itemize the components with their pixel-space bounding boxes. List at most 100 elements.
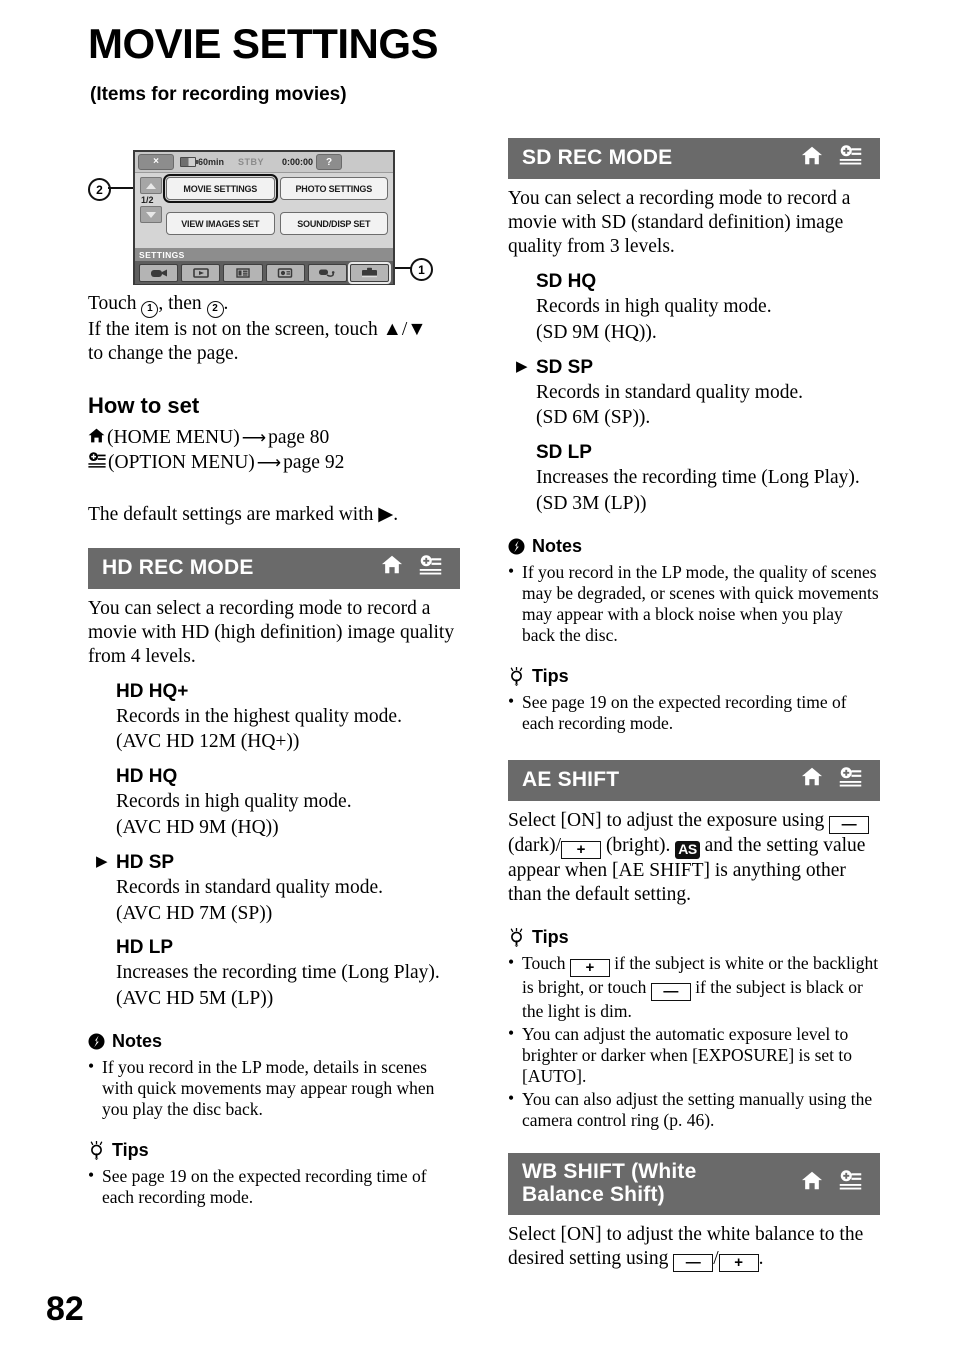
- lcd-screen: × 60min STBY 0:00:00 ? 1/2 MOVIE SETTING…: [133, 150, 395, 285]
- movie-settings-button[interactable]: MOVIE SETTINGS: [163, 174, 278, 203]
- right-column: SD REC MODE You can select a recording m…: [508, 138, 880, 1272]
- wb-shift-header: WB SHIFT (White Balance Shift): [508, 1152, 880, 1215]
- view-images-tab-icon[interactable]: [181, 263, 221, 282]
- option-bitrate: (AVC HD 7M (SP)): [116, 902, 273, 924]
- page-title: MOVIE SETTINGS: [88, 20, 439, 67]
- notes-label: Notes: [532, 535, 583, 556]
- option-description: Records in standard quality mode.: [536, 381, 803, 403]
- option-item: HD HQ Records in high quality mode. (AVC…: [88, 766, 460, 840]
- battery-icon: [180, 157, 198, 167]
- header-icons: [801, 145, 868, 171]
- notes-heading: Notes: [88, 1031, 460, 1052]
- lcd-status-bar: × 60min STBY 0:00:00 ?: [135, 152, 393, 173]
- callout-2-marker: 2: [88, 178, 111, 201]
- header-icons: [801, 1170, 868, 1196]
- help-button[interactable]: ?: [316, 154, 343, 170]
- option-name-default: SD SP: [516, 357, 880, 379]
- header-icons: [381, 554, 448, 581]
- menu-grid: MOVIE SETTINGS PHOTO SETTINGS VIEW IMAGE…: [163, 174, 388, 235]
- tips-list: See page 19 on the expected recording ti…: [508, 691, 880, 734]
- note-icon: [88, 1033, 105, 1050]
- edit-tab-icon[interactable]: [307, 263, 347, 282]
- intro-line-1-pre: Touch: [88, 293, 142, 314]
- option-name: SD LP: [536, 442, 592, 464]
- option-menu-line: (OPTION MENU) ⟶ page 92: [88, 450, 460, 475]
- option-item: SD SP Records in standard quality mode. …: [508, 357, 880, 431]
- option-description: Increases the recording time (Long Play)…: [536, 467, 860, 489]
- option-bitrate: (SD 6M (SP)).: [536, 407, 651, 429]
- option-icon: [839, 766, 862, 793]
- option-description: Records in the highest quality mode.: [116, 705, 402, 727]
- battery-indicator: 60min: [180, 157, 224, 167]
- wb-shift-body-part-2: .: [758, 1247, 764, 1269]
- ae-shift-title: AE SHIFT: [522, 767, 620, 791]
- option-icon: [839, 1170, 862, 1196]
- others-tab-icon[interactable]: [223, 263, 263, 282]
- left-column: 2 1 × 60min STBY 0:00:00 ? 1/2 MOVIE SET…: [88, 140, 460, 1210]
- sd-rec-mode-header: SD REC MODE: [508, 138, 880, 179]
- option-name: HD HQ: [116, 766, 178, 788]
- close-button[interactable]: ×: [138, 154, 174, 170]
- tips-list: See page 19 on the expected recording ti…: [88, 1165, 460, 1208]
- ae-shift-body-part-2: (dark)/: [508, 834, 562, 856]
- menu-row: MOVIE SETTINGS PHOTO SETTINGS: [163, 174, 388, 203]
- inline-callout-1: 1: [141, 300, 159, 318]
- intro-line-1-post: .: [223, 293, 229, 314]
- manage-media-tab-icon[interactable]: [265, 263, 305, 282]
- hd-rec-mode-title: HD REC MODE: [102, 555, 254, 579]
- sd-rec-mode-title: SD REC MODE: [522, 146, 673, 170]
- notes-list: If you record in the LP mode, the qualit…: [508, 561, 880, 646]
- page-subtitle: (Items for recording movies): [90, 84, 347, 105]
- notes-heading: Notes: [508, 536, 880, 557]
- option-menu-page-ref: page 92: [283, 452, 345, 474]
- wb-shift-title-line-1: WB SHIFT (White: [522, 1159, 697, 1183]
- battery-time: 60min: [198, 157, 225, 167]
- option-icon: [839, 145, 862, 171]
- option-bitrate: (AVC HD 12M (HQ+)): [116, 731, 300, 753]
- photo-settings-button[interactable]: PHOTO SETTINGS: [279, 177, 388, 200]
- minus-key-icon: —: [673, 1253, 714, 1272]
- page-number: 82: [46, 1290, 84, 1328]
- arrow-right-icon: ⟶: [241, 428, 267, 447]
- timecode-label: 0:00:00: [282, 157, 314, 167]
- option-description: Records in high quality mode.: [536, 295, 772, 317]
- sound-disp-set-button[interactable]: SOUND/DISP SET: [279, 212, 388, 235]
- ae-shift-header: AE SHIFT: [508, 759, 880, 801]
- plus-key-icon: +: [718, 1253, 759, 1272]
- tips-heading: Tips: [508, 666, 880, 687]
- tips-label: Tips: [532, 665, 569, 686]
- home-menu-page-ref: page 80: [268, 427, 330, 448]
- page-down-button[interactable]: [140, 206, 162, 223]
- settings-tab-icon[interactable]: [347, 261, 392, 284]
- option-icon: [419, 554, 442, 581]
- option-bitrate: (AVC HD 5M (LP)): [116, 988, 274, 1010]
- home-icon: [801, 1171, 823, 1196]
- minus-key-icon: —: [829, 815, 870, 834]
- tip-icon: [88, 1140, 105, 1160]
- recording-mode-label: STBY: [238, 157, 265, 167]
- sd-rec-mode-body: You can select a recording mode to recor…: [508, 188, 851, 257]
- option-bitrate: (SD 9M (HQ)).: [536, 321, 657, 343]
- ae-shift-body-part-1: Select [ON] to adjust the exposure using: [508, 809, 825, 831]
- option-bitrate: (SD 3M (LP)): [536, 492, 647, 514]
- tip-icon: [508, 927, 525, 947]
- camera-tab-icon[interactable]: [139, 263, 179, 282]
- list-item: If you record in the LP mode, the qualit…: [508, 561, 880, 646]
- intro-line-3: to change the page.: [88, 343, 239, 365]
- view-images-set-button[interactable]: VIEW IMAGES SET: [166, 212, 275, 235]
- list-item: If you record in the LP mode, details in…: [88, 1056, 460, 1120]
- intro-line-1: Touch 1, then 2.: [88, 292, 460, 318]
- option-name: SD HQ: [536, 270, 597, 292]
- lcd-tab-bar: [135, 261, 393, 284]
- how-to-set-heading: How to set: [88, 393, 200, 418]
- wb-shift-title: WB SHIFT (White Balance Shift): [522, 1160, 696, 1207]
- lcd-menu-body: 1/2 MOVIE SETTINGS PHOTO SETTINGS VIEW I…: [135, 173, 393, 248]
- page-up-button[interactable]: [140, 177, 162, 194]
- tip-text-part-1: Touch: [522, 952, 566, 973]
- intro-text: Touch 1, then 2. If the item is not on t…: [88, 292, 460, 367]
- home-icon: [801, 146, 823, 171]
- chevron-down-icon: [146, 211, 156, 218]
- ae-shift-body-part-3: (bright).: [605, 834, 671, 856]
- home-menu-text: (HOME MENU): [107, 427, 240, 448]
- option-description: Increases the recording time (Long Play)…: [116, 962, 440, 984]
